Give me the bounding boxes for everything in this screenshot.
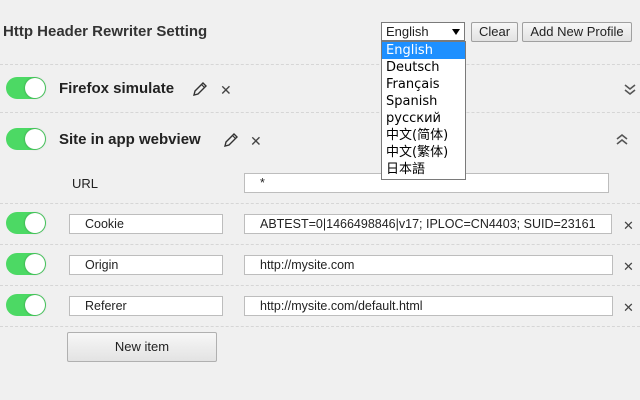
language-option[interactable]: 日本語 (382, 161, 465, 178)
pencil-icon[interactable] (223, 132, 239, 148)
toggle-knob (25, 213, 45, 233)
language-option[interactable]: Deutsch (382, 59, 465, 76)
header-value-field[interactable]: http://mysite.com/default.html (244, 296, 613, 316)
language-dropdown-list[interactable]: English Deutsch Français Spanish русский… (381, 41, 466, 180)
chevron-double-down-icon[interactable] (623, 83, 637, 97)
divider (0, 326, 640, 327)
url-label: URL (72, 176, 99, 191)
header-value-field[interactable]: ABTEST=0|1466498846|v17; IPLOC=CN4403; S… (244, 214, 612, 234)
language-option[interactable]: English (382, 42, 465, 59)
language-option[interactable]: Spanish (382, 93, 465, 110)
pencil-icon[interactable] (192, 81, 208, 97)
header-name-field[interactable]: Referer (69, 296, 223, 316)
close-icon[interactable]: ✕ (623, 259, 634, 275)
header-name-field[interactable]: Origin (69, 255, 223, 275)
add-new-profile-button[interactable]: Add New Profile (522, 22, 632, 42)
clear-button[interactable]: Clear (471, 22, 518, 42)
divider (0, 112, 640, 113)
header-value-field[interactable]: http://mysite.com (244, 255, 613, 275)
new-item-button[interactable]: New item (67, 332, 217, 362)
profile-toggle[interactable] (6, 128, 46, 150)
language-option[interactable]: 中文(简体) (382, 127, 465, 144)
divider (0, 244, 640, 245)
language-select[interactable]: English (381, 22, 465, 41)
language-option[interactable]: русский (382, 110, 465, 127)
header-toggle[interactable] (6, 212, 46, 234)
language-option[interactable]: Français (382, 76, 465, 93)
language-select-value: English (386, 24, 429, 39)
page-title: Http Header Rewriter Setting (3, 23, 208, 40)
toggle-knob (25, 129, 45, 149)
toggle-knob (25, 78, 45, 98)
header-toggle[interactable] (6, 294, 46, 316)
divider (0, 203, 640, 204)
profile-name: Firefox simulate (59, 80, 175, 97)
toggle-knob (25, 295, 45, 315)
chevron-double-up-icon[interactable] (615, 132, 629, 146)
select-arrow-icon (452, 29, 460, 35)
profile-name: Site in app webview (59, 131, 201, 148)
toggle-knob (25, 254, 45, 274)
header-toggle[interactable] (6, 253, 46, 275)
language-option[interactable]: 中文(繁体) (382, 144, 465, 161)
divider (0, 64, 640, 65)
header-name-field[interactable]: Cookie (69, 214, 223, 234)
close-icon[interactable]: ✕ (250, 134, 262, 148)
close-icon[interactable]: ✕ (623, 300, 634, 316)
close-icon[interactable]: ✕ (220, 83, 232, 97)
profile-toggle[interactable] (6, 77, 46, 99)
close-icon[interactable]: ✕ (623, 218, 634, 234)
divider (0, 285, 640, 286)
